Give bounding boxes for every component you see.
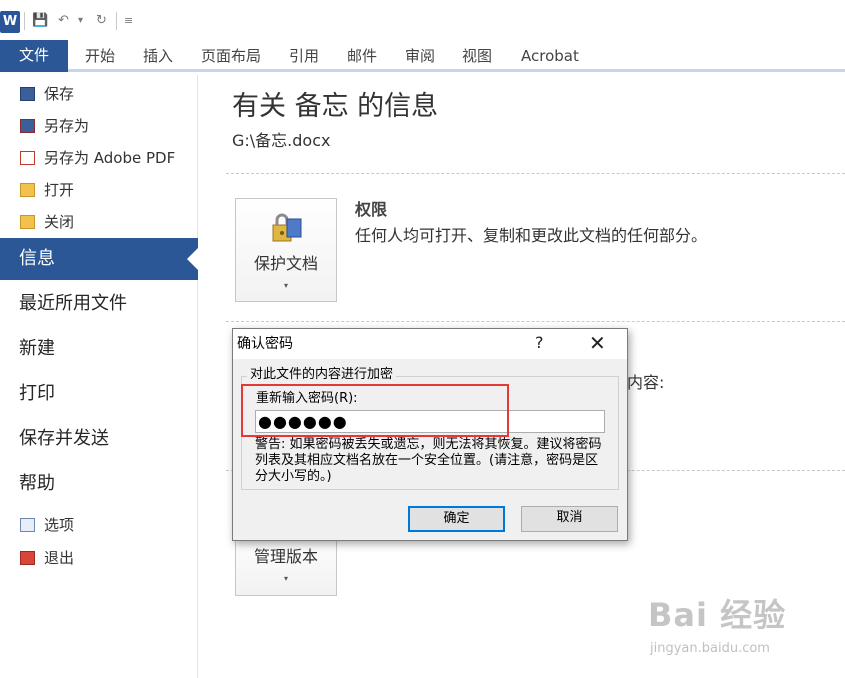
nav-item-recent[interactable]: 最近所用文件 xyxy=(19,292,127,316)
protect-document-button[interactable]: 保护文档 ▾ xyxy=(235,198,337,302)
qat-separator xyxy=(116,12,117,30)
selection-arrow-icon xyxy=(187,247,199,271)
nav-item-new[interactable]: 新建 xyxy=(19,337,55,361)
exit-icon xyxy=(20,551,35,565)
customize-qat-icon[interactable]: ≡ xyxy=(124,13,133,29)
nav-item-info[interactable]: 信息 xyxy=(0,238,199,280)
tab-mailings[interactable]: 邮件 xyxy=(347,46,377,66)
save-as-icon xyxy=(20,119,35,133)
highlight-box xyxy=(241,384,509,437)
prepare-description-partial: 内容: xyxy=(627,373,665,392)
nav-item-label: 另存为 xyxy=(44,117,90,135)
dialog-title: 确认密码 xyxy=(237,336,293,352)
nav-item-label: 退出 xyxy=(44,549,75,567)
redo-icon[interactable]: ↻ xyxy=(96,13,107,29)
watermark: Bai 经验 jingyan.baidu.com xyxy=(648,585,838,675)
pdf-icon xyxy=(20,151,35,165)
tab-acrobat[interactable]: Acrobat xyxy=(521,46,579,66)
tab-home[interactable]: 开始 xyxy=(85,46,115,66)
ribbon-tabs: 文件 开始 插入 页面布局 引用 邮件 审阅 视图 Acrobat xyxy=(0,40,845,72)
qat-separator xyxy=(24,12,25,30)
nav-item-help[interactable]: 帮助 xyxy=(19,472,55,496)
lock-icon xyxy=(272,213,302,242)
backstage-nav: 保存 另存为 另存为 Adobe PDF 打开 关闭 信息 最近所用文件 新建 … xyxy=(0,75,199,678)
word-app-icon[interactable]: W xyxy=(0,11,20,33)
nav-item-label: 打开 xyxy=(44,181,75,199)
password-warning: 警告: 如果密码被丢失或遗忘，则无法将其恢复。建议将密码列表及其相应文档名放在一… xyxy=(255,437,602,484)
undo-icon[interactable]: ↶ xyxy=(58,13,69,29)
nav-item-label: 关闭 xyxy=(44,213,75,231)
tab-view[interactable]: 视图 xyxy=(462,46,492,66)
tab-references[interactable]: 引用 xyxy=(289,46,319,66)
watermark-brand: Bai 经验 xyxy=(648,596,787,634)
tab-page-layout[interactable]: 页面布局 xyxy=(201,46,261,66)
ok-button[interactable]: 确定 xyxy=(408,506,505,532)
save-icon[interactable]: 💾 xyxy=(32,13,48,29)
page-title: 有关 备忘 的信息 xyxy=(232,91,439,122)
watermark-url: jingyan.baidu.com xyxy=(650,641,770,656)
divider xyxy=(226,321,845,322)
encrypt-group-label: 对此文件的内容进行加密 xyxy=(247,367,397,383)
open-folder-icon xyxy=(20,183,35,197)
cancel-button[interactable]: 取消 xyxy=(521,506,618,532)
save-icon xyxy=(20,87,35,101)
nav-item-label: 另存为 Adobe PDF xyxy=(44,149,176,167)
close-folder-icon xyxy=(20,215,35,229)
permissions-title: 权限 xyxy=(355,200,388,219)
tab-file[interactable]: 文件 xyxy=(0,40,68,72)
quick-access-toolbar: W 💾 ↶ ▾ ↻ ≡ xyxy=(0,0,845,40)
tab-review[interactable]: 审阅 xyxy=(405,46,435,66)
undo-dropdown-icon[interactable]: ▾ xyxy=(78,13,83,29)
divider xyxy=(226,173,845,174)
tab-insert[interactable]: 插入 xyxy=(143,46,173,66)
nav-item-print[interactable]: 打印 xyxy=(19,382,55,406)
help-icon[interactable]: ? xyxy=(535,334,544,352)
manage-versions-label: 管理版本 xyxy=(253,547,318,566)
nav-item-save-send[interactable]: 保存并发送 xyxy=(19,427,109,451)
protect-document-label: 保护文档 xyxy=(253,254,318,273)
options-icon xyxy=(20,518,35,532)
permissions-description: 任何人均可打开、复制和更改此文档的任何部分。 xyxy=(355,226,708,245)
nav-item-label: 保存 xyxy=(44,85,75,103)
nav-item-label: 选项 xyxy=(44,516,75,534)
close-icon[interactable]: ✕ xyxy=(589,332,606,354)
chevron-down-icon: ▾ xyxy=(283,574,288,583)
nav-item-label: 信息 xyxy=(19,248,55,269)
chevron-down-icon: ▾ xyxy=(283,281,288,290)
document-path: G:\备忘.docx xyxy=(232,131,331,150)
dialog-titlebar: 确认密码 ? ✕ xyxy=(233,329,627,359)
